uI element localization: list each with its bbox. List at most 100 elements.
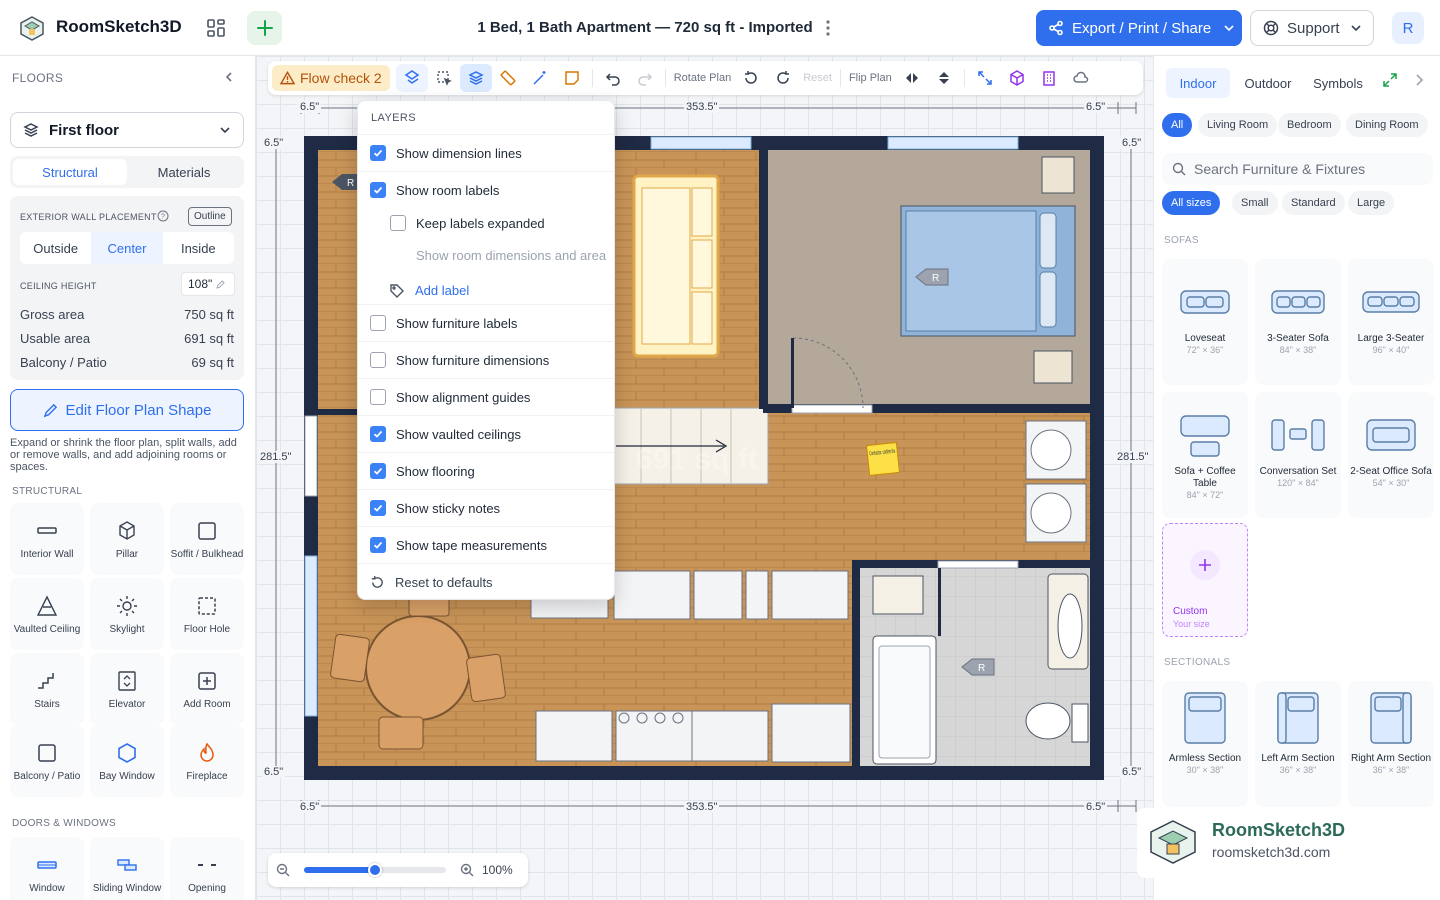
layers-toggle-icon[interactable] (459, 64, 492, 92)
tab-materials[interactable]: Materials (127, 159, 241, 185)
layer-option[interactable]: Show vaulted ceilings (358, 415, 614, 452)
ceiling-height-input[interactable]: 108" (181, 272, 235, 296)
door-window-tile[interactable]: Window (10, 837, 84, 900)
reset-defaults-button[interactable]: Reset to defaults (358, 563, 614, 600)
sectional-card[interactable]: Armless Section 30" × 38" (1162, 681, 1248, 807)
flip-horizontal-icon[interactable] (896, 64, 928, 92)
cloud-icon[interactable] (1065, 64, 1097, 92)
layer-checkbox[interactable] (370, 182, 386, 198)
new-project-button[interactable] (247, 11, 282, 45)
layer-checkbox[interactable] (370, 426, 386, 442)
layer-checkbox[interactable] (370, 145, 386, 161)
tab-indoor[interactable]: Indoor (1166, 68, 1230, 98)
sofa-card[interactable]: Large 3-Seater 96" × 40" (1348, 259, 1434, 385)
undo-icon[interactable] (597, 64, 629, 92)
structural-tile[interactable]: Balcony / Patio (10, 725, 84, 797)
3d-view-icon[interactable] (1001, 64, 1033, 92)
layer-option[interactable]: Show furniture labels (358, 304, 614, 341)
structural-tile[interactable]: Fireplace (170, 725, 244, 797)
layer-checkbox[interactable] (370, 537, 386, 553)
size-filter-chip[interactable]: Standard (1282, 191, 1345, 215)
layer-option[interactable]: Show sticky notes (358, 489, 614, 526)
structural-tile[interactable]: Add Room (170, 653, 244, 725)
flip-vertical-icon[interactable] (928, 64, 960, 92)
collapse-sidebar-icon[interactable] (222, 70, 236, 84)
door-window-tile[interactable]: Sliding Window (90, 837, 164, 900)
layer-checkbox[interactable] (390, 215, 406, 231)
tab-outdoor[interactable]: Outdoor (1236, 68, 1300, 98)
structural-tile[interactable]: Bay Window (90, 725, 164, 797)
search-input[interactable]: Search Furniture & Fixtures (1162, 153, 1433, 185)
structural-tile[interactable]: Pillar (90, 503, 164, 575)
room-filter-chip[interactable]: Living Room (1198, 113, 1278, 137)
layer-checkbox[interactable] (370, 463, 386, 479)
smart-assist-icon[interactable] (395, 64, 428, 92)
zoom-slider[interactable] (304, 863, 446, 877)
structural-tile[interactable]: Interior Wall (10, 503, 84, 575)
user-avatar[interactable]: R (1392, 12, 1424, 44)
layer-option[interactable]: Show furniture dimensions (358, 341, 614, 378)
sofa-card[interactable]: Sofa + Coffee Table 84" × 72" (1162, 392, 1248, 518)
document-title[interactable]: 1 Bed, 1 Bath Apartment — 720 sq ft - Im… (440, 19, 850, 36)
layer-checkbox[interactable] (370, 315, 386, 331)
room-filter-chip[interactable]: All (1162, 113, 1193, 137)
more-options-icon[interactable] (818, 17, 838, 39)
layer-checkbox[interactable] (370, 352, 386, 368)
layer-option[interactable]: Show flooring (358, 452, 614, 489)
layer-option[interactable]: Show dimension lines (358, 134, 614, 171)
layer-option[interactable]: Show tape measurements (358, 526, 614, 563)
size-filter-chip[interactable]: Large (1348, 191, 1395, 215)
door-window-tile[interactable]: Opening (170, 837, 244, 900)
wall-option-inside[interactable]: Inside (163, 232, 234, 264)
wall-option-outside[interactable]: Outside (20, 232, 91, 264)
layer-checkbox[interactable] (370, 500, 386, 516)
sofa-card[interactable]: Conversation Set 120" × 84" (1255, 392, 1341, 518)
fit-screen-icon[interactable] (969, 64, 1001, 92)
rotate-left-icon[interactable] (735, 64, 767, 92)
sofa-card[interactable]: 3-Seater Sofa 84" × 38" (1255, 259, 1341, 385)
note-icon[interactable] (556, 64, 588, 92)
zoom-slider-thumb[interactable] (368, 863, 382, 877)
structural-tile[interactable]: Elevator (90, 653, 164, 725)
sofa-card[interactable]: Loveseat 72" × 36" (1162, 259, 1248, 385)
layer-option[interactable]: Keep labels expanded (358, 207, 614, 239)
expand-icon[interactable] (1383, 73, 1397, 87)
select-icon[interactable] (428, 64, 460, 92)
structural-tile[interactable]: Floor Hole (170, 578, 244, 650)
structural-tile[interactable]: Soffit / Bulkhead (170, 503, 244, 575)
size-filter-chip[interactable]: All sizes (1162, 191, 1221, 215)
dashboard-icon[interactable] (202, 14, 230, 42)
rotate-right-icon[interactable] (767, 64, 799, 92)
sectional-card[interactable]: Right Arm Section 36" × 38" (1348, 681, 1434, 807)
floor-selector[interactable]: First floor (10, 112, 244, 148)
structural-tile[interactable]: Vaulted Ceiling (10, 578, 84, 650)
outline-badge[interactable]: Outline (188, 207, 232, 226)
export-button[interactable]: Export / Print / Share (1036, 10, 1242, 46)
tab-structural[interactable]: Structural (13, 159, 127, 185)
tab-symbols[interactable]: Symbols (1306, 68, 1370, 98)
flow-check-button[interactable]: Flow check 2 (272, 65, 390, 91)
tape-measure-icon[interactable] (492, 64, 524, 92)
layer-option[interactable]: Show alignment guides (358, 378, 614, 415)
structural-tile[interactable]: Skylight (90, 578, 164, 650)
magic-wand-icon[interactable] (524, 64, 556, 92)
sofa-card[interactable]: 2-Seat Office Sofa 54" × 30" (1348, 392, 1434, 518)
layer-option[interactable]: Show room labels (358, 171, 614, 208)
building-icon[interactable] (1033, 64, 1065, 92)
room-filter-chip[interactable]: Dining Room (1346, 113, 1428, 137)
redo-icon[interactable] (629, 64, 661, 92)
chevron-right-icon[interactable] (1413, 73, 1425, 87)
room-filter-chip[interactable]: Bedroom (1278, 113, 1341, 137)
help-icon[interactable]: ? (157, 210, 169, 222)
custom-size-card[interactable]: Custom Your size (1162, 523, 1248, 637)
size-filter-chip[interactable]: Small (1232, 191, 1278, 215)
zoom-out-icon[interactable] (268, 856, 298, 884)
sectional-card[interactable]: Left Arm Section 36" × 38" (1255, 681, 1341, 807)
edit-floor-plan-button[interactable]: Edit Floor Plan Shape (10, 389, 244, 431)
structural-tile[interactable]: Stairs (10, 653, 84, 725)
zoom-in-icon[interactable] (452, 856, 482, 884)
app-logo-icon[interactable] (18, 14, 46, 42)
sticky-note[interactable]: Contractor: confirm the (865, 441, 901, 477)
layer-checkbox[interactable] (370, 389, 386, 405)
support-button[interactable]: Support (1250, 10, 1374, 46)
